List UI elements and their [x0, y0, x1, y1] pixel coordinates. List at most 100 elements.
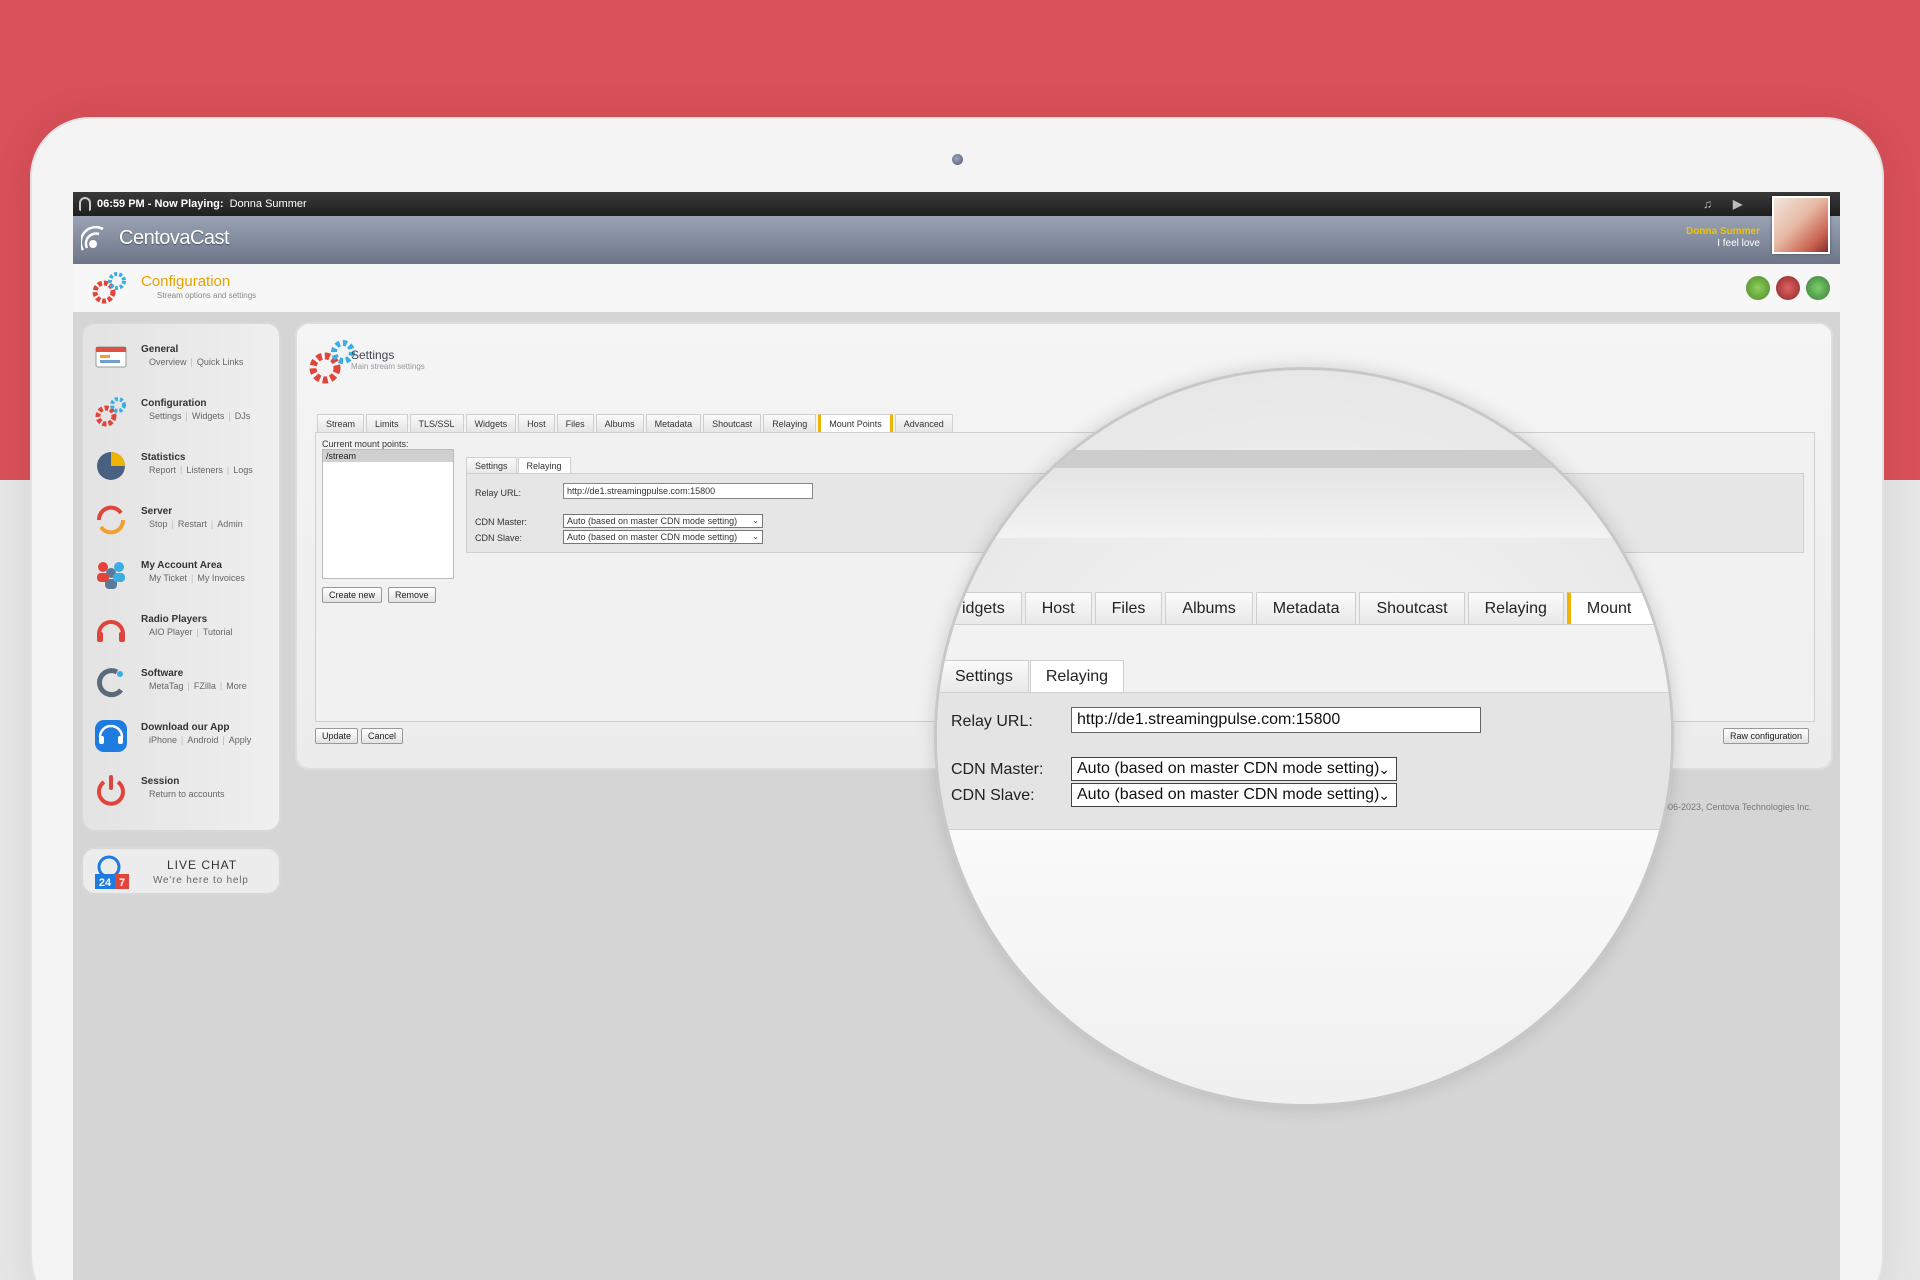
- link-logs[interactable]: Logs: [233, 465, 253, 475]
- camera-dot: [952, 154, 963, 165]
- sidebar-item-title: Configuration: [141, 398, 207, 409]
- live-chat-button[interactable]: 24 7 LIVE CHAT We're here to help: [81, 847, 281, 895]
- magnified-inner-tab-settings[interactable]: Settings: [939, 660, 1029, 692]
- remove-button[interactable]: Remove: [388, 587, 436, 603]
- link-tutorial[interactable]: Tutorial: [203, 627, 233, 637]
- tab-host[interactable]: Host: [518, 414, 555, 432]
- gears-icon: [92, 272, 126, 304]
- chevron-down-icon: ⌄: [1378, 761, 1390, 777]
- sidebar-item-configuration[interactable]: Configuration Settings | Widgets | DJs: [89, 388, 275, 438]
- magnified-tab-widgets[interactable]: idgets: [945, 592, 1022, 624]
- sidebar-item-session[interactable]: Session Return to accounts: [89, 766, 275, 816]
- relay-url-label: Relay URL:: [475, 488, 522, 498]
- tab-limits[interactable]: Limits: [366, 414, 408, 432]
- link-my-invoices[interactable]: My Invoices: [197, 573, 245, 583]
- page-title: Configuration: [141, 273, 231, 290]
- sidebar-item-title: Server: [141, 506, 173, 517]
- magnified-cdn-slave-select[interactable]: Auto (based on master CDN mode setting) ⌄: [1071, 783, 1397, 807]
- link-overview[interactable]: Overview: [149, 357, 187, 367]
- link-apply[interactable]: Apply: [229, 735, 252, 745]
- sidebar-item-server[interactable]: Server Stop | Restart | Admin: [89, 496, 275, 546]
- magnified-tab-mount-points[interactable]: Mount Points: [1566, 592, 1668, 649]
- sidebar-item-radio-players[interactable]: Radio Players AIO Player | Tutorial: [89, 604, 275, 654]
- cdn-slave-select[interactable]: Auto (based on master CDN mode setting) ⌄: [563, 530, 763, 544]
- livechat-badge-right: 7: [119, 877, 125, 889]
- sidebar-item-title: Statistics: [141, 452, 186, 463]
- play-icon[interactable]: ▶: [1733, 192, 1742, 216]
- sidebar-item-statistics[interactable]: Statistics Report | Listeners | Logs: [89, 442, 275, 492]
- now-playing-bar: 06:59 PM - Now Playing: Donna Summer ♫ ▶: [73, 192, 1840, 216]
- link-stop[interactable]: Stop: [149, 519, 168, 529]
- link-settings[interactable]: Settings: [149, 411, 182, 421]
- link-admin[interactable]: Admin: [217, 519, 243, 529]
- sidebar-item-title: Session: [141, 776, 180, 787]
- link-metatag[interactable]: MetaTag: [149, 681, 184, 691]
- cdn-master-select[interactable]: Auto (based on master CDN mode setting) ⌄: [563, 514, 763, 528]
- inner-tab-settings[interactable]: Settings: [466, 457, 517, 473]
- link-report[interactable]: Report: [149, 465, 176, 475]
- magnified-inner-tab-relaying[interactable]: Relaying: [1029, 660, 1125, 692]
- link-iphone[interactable]: iPhone: [149, 735, 177, 745]
- link-my-ticket[interactable]: My Ticket: [149, 573, 187, 583]
- check-icon[interactable]: [1746, 276, 1770, 300]
- tab-stream[interactable]: Stream: [317, 414, 365, 432]
- tab-files[interactable]: Files: [556, 414, 594, 432]
- relay-url-input[interactable]: http://de1.streamingpulse.com:15800: [563, 483, 813, 499]
- link-android[interactable]: Android: [187, 735, 218, 745]
- magnified-tab-files[interactable]: Files: [1094, 592, 1163, 624]
- tab-albums[interactable]: Albums: [595, 414, 644, 432]
- link-restart[interactable]: Restart: [178, 519, 207, 529]
- magnified-tab-albums[interactable]: Albums: [1165, 592, 1253, 624]
- page-subtitle: Stream options and settings: [157, 291, 257, 300]
- magnified-tab-metadata[interactable]: Metadata: [1255, 592, 1357, 624]
- sidebar-item-general[interactable]: General Overview | Quick Links: [89, 334, 275, 384]
- now-playing-time: 06:59 PM: [97, 198, 145, 210]
- sidebar-item-my-account-area[interactable]: My Account Area My Ticket | My Invoices: [89, 550, 275, 600]
- stop-icon[interactable]: [1776, 276, 1800, 300]
- headphones-icon: [79, 197, 91, 211]
- magnified-cdn-master-label: CDN Master:: [951, 761, 1044, 778]
- magnified-tab-shoutcast[interactable]: Shoutcast: [1359, 592, 1465, 624]
- link-quick-links[interactable]: Quick Links: [197, 357, 244, 367]
- sidebar-item-download-app[interactable]: Download our App iPhone | Android | Apply: [89, 712, 275, 762]
- link-listeners[interactable]: Listeners: [186, 465, 223, 475]
- mount-points-list[interactable]: /stream: [322, 449, 454, 579]
- tab-tls-ssl[interactable]: TLS/SSL: [409, 414, 464, 432]
- tab-metadata[interactable]: Metadata: [645, 414, 702, 432]
- update-button[interactable]: Update: [315, 728, 359, 744]
- refresh-icon[interactable]: [1806, 276, 1830, 300]
- magnified-tab-relaying[interactable]: Relaying: [1467, 592, 1564, 624]
- tab-advanced[interactable]: Advanced: [894, 414, 953, 432]
- tab-relaying[interactable]: Relaying: [763, 414, 817, 432]
- tab-shoutcast[interactable]: Shoutcast: [703, 414, 762, 432]
- link-aio-player[interactable]: AIO Player: [149, 627, 193, 637]
- song-title: I feel love: [1717, 238, 1760, 249]
- link-more[interactable]: More: [226, 681, 247, 691]
- sidebar: General Overview | Quick Links Configurati…: [81, 322, 281, 832]
- magnified-cdn-master-select[interactable]: Auto (based on master CDN mode setting) ⌄: [1071, 757, 1397, 781]
- live-chat-subtitle: We're here to help: [153, 875, 249, 886]
- centovacast-logo-icon: [81, 225, 104, 251]
- magnifier-shine: [937, 830, 1671, 1104]
- magnified-relay-url-input[interactable]: http://de1.streamingpulse.com:15800: [1071, 707, 1481, 733]
- cancel-button[interactable]: Cancel: [361, 728, 404, 744]
- music-note-icon[interactable]: ♫: [1703, 192, 1712, 216]
- link-djs[interactable]: DJs: [235, 411, 251, 421]
- link-return-to-accounts[interactable]: Return to accounts: [149, 789, 225, 799]
- album-cover[interactable]: [1772, 196, 1830, 254]
- sidebar-item-title: Radio Players: [141, 614, 208, 625]
- raw-configuration-button[interactable]: Raw configuration: [1723, 728, 1810, 744]
- configuration-header: Configuration Stream options and setting…: [73, 264, 1840, 312]
- headphones-icon: [97, 620, 125, 642]
- tab-mount-points[interactable]: Mount Points: [818, 414, 893, 432]
- create-new-button[interactable]: Create new: [322, 587, 383, 603]
- link-fzilla[interactable]: FZilla: [194, 681, 216, 691]
- cdn-slave-value: Auto (based on master CDN mode setting): [567, 532, 738, 542]
- pie-chart-icon: [97, 452, 125, 480]
- tab-widgets[interactable]: Widgets: [465, 414, 517, 432]
- link-widgets[interactable]: Widgets: [192, 411, 225, 421]
- inner-tab-relaying[interactable]: Relaying: [517, 457, 571, 473]
- list-item[interactable]: /stream: [323, 450, 453, 462]
- magnified-tab-host[interactable]: Host: [1024, 592, 1092, 624]
- sidebar-item-software[interactable]: Software MetaTag | FZilla | More: [89, 658, 275, 708]
